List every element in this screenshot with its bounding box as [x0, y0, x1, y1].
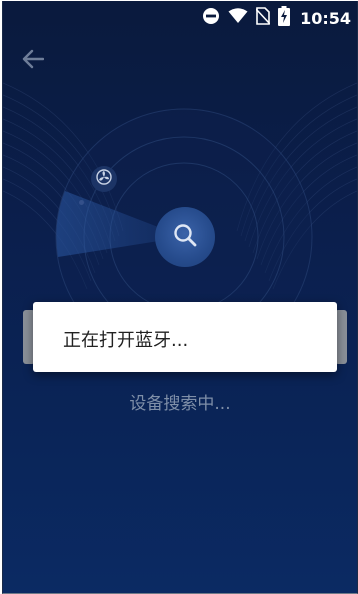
- progress-dialog: 正在打开蓝牙...: [33, 302, 337, 372]
- searching-status-text: 设备搜索中...: [129, 394, 231, 414]
- fan-icon: [96, 169, 112, 189]
- wifi-icon: [228, 8, 248, 28]
- no-sim-icon: [255, 7, 271, 29]
- status-time: 10:54: [300, 8, 351, 28]
- status-bar: 10:54: [3, 1, 357, 35]
- battery-charging-icon: [278, 6, 291, 30]
- dialog-message: 正在打开蓝牙...: [63, 330, 189, 351]
- status-icons: 10:54: [202, 6, 351, 30]
- search-button[interactable]: [155, 207, 215, 267]
- do-not-disturb-icon: [202, 7, 220, 29]
- search-icon: [172, 222, 198, 252]
- radar-dot: [79, 200, 84, 205]
- app-screen: 10:54 设备搜索中... 正在打开蓝牙...: [2, 1, 358, 594]
- device-fan-marker[interactable]: [91, 166, 117, 192]
